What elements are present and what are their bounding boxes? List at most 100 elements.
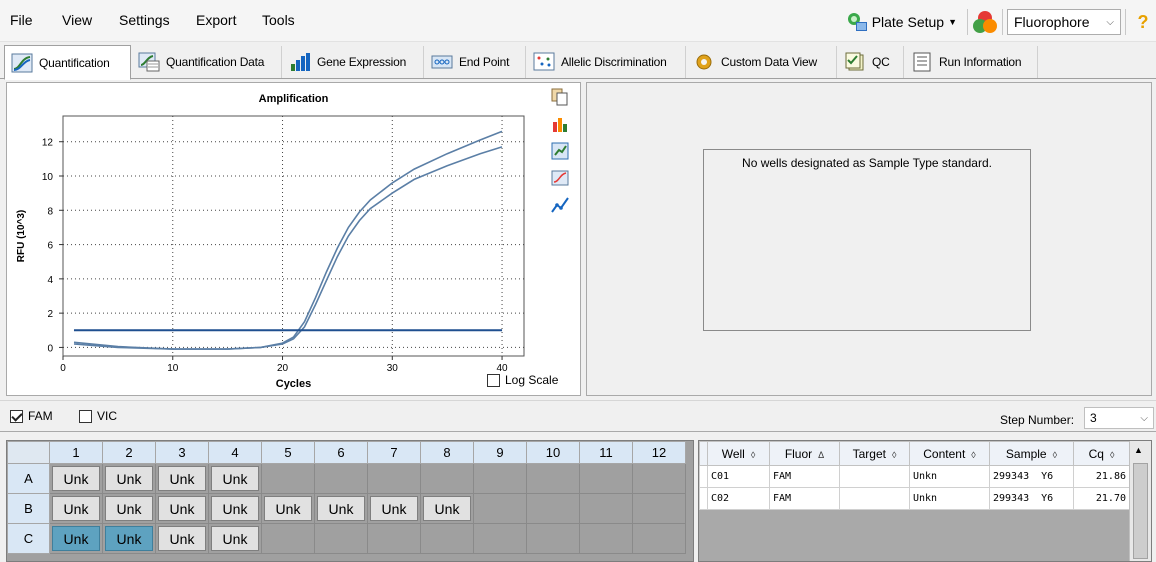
- plate-column-header[interactable]: 11: [579, 441, 633, 464]
- tab-quantification[interactable]: Quantification: [4, 45, 131, 80]
- tab-custom-data-view[interactable]: Custom Data View: [687, 46, 837, 78]
- plate-cell[interactable]: [473, 523, 527, 554]
- plate-cell[interactable]: [526, 463, 580, 494]
- plate-well[interactable]: Unk: [52, 496, 100, 521]
- plate-row-header[interactable]: B: [7, 493, 50, 524]
- plate-cell[interactable]: [261, 463, 315, 494]
- plate-row-header[interactable]: C: [7, 523, 50, 554]
- column-header-target[interactable]: Target ◊: [839, 441, 910, 466]
- column-header-fluor[interactable]: Fluor Δ: [769, 441, 840, 466]
- menu-settings[interactable]: Settings: [119, 12, 170, 28]
- tab-allelic-discrimination[interactable]: Allelic Discrimination: [527, 46, 686, 78]
- plate-column-header[interactable]: 3: [155, 441, 209, 464]
- plate-cell[interactable]: [473, 463, 527, 494]
- plate-well[interactable]: Unk: [105, 526, 153, 551]
- plate-cell[interactable]: Unk: [49, 463, 103, 494]
- plate-column-header[interactable]: 12: [632, 441, 686, 464]
- plate-cell[interactable]: [579, 493, 633, 524]
- amplification-chart[interactable]: 0 10 20 30 40024681012AmplificationCyclesRFU…: [7, 83, 547, 395]
- plate-cell[interactable]: Unk: [155, 493, 209, 524]
- plate-cell[interactable]: Unk: [102, 463, 156, 494]
- plate-column-header[interactable]: 2: [102, 441, 156, 464]
- vic-checkbox[interactable]: [79, 409, 92, 423]
- menu-file[interactable]: File: [10, 12, 33, 28]
- plate-cell[interactable]: [579, 523, 633, 554]
- plate-cell[interactable]: [261, 523, 315, 554]
- vertical-scrollbar[interactable]: ▲: [1129, 441, 1151, 561]
- plate-cell[interactable]: Unk: [155, 523, 209, 554]
- column-header-well[interactable]: Well ◊: [707, 441, 770, 466]
- zoom-chart-icon[interactable]: [550, 168, 570, 188]
- help-icon[interactable]: ?: [1130, 12, 1156, 33]
- plate-cell[interactable]: [314, 463, 368, 494]
- menu-view[interactable]: View: [62, 12, 92, 28]
- scroll-up-icon[interactable]: ▲: [1134, 445, 1143, 455]
- plate-cell[interactable]: [420, 523, 474, 554]
- fluorophore-select[interactable]: Fluorophore ⌵: [1007, 9, 1121, 35]
- copy-icon[interactable]: [550, 87, 570, 107]
- plate-cell[interactable]: [632, 463, 686, 494]
- plate-cell[interactable]: Unk: [208, 493, 262, 524]
- plate-well[interactable]: Unk: [158, 496, 206, 521]
- plate-cell[interactable]: [526, 493, 580, 524]
- plate-cell[interactable]: [367, 523, 421, 554]
- fam-toggle[interactable]: FAM: [10, 409, 53, 423]
- scrollbar-thumb[interactable]: [1133, 463, 1148, 559]
- plate-cell[interactable]: [526, 523, 580, 554]
- plate-cell[interactable]: [632, 523, 686, 554]
- plate-well[interactable]: Unk: [264, 496, 312, 521]
- plate-column-header[interactable]: 9: [473, 441, 527, 464]
- plate-well[interactable]: Unk: [158, 466, 206, 491]
- plate-cell[interactable]: Unk: [208, 463, 262, 494]
- column-header-cq[interactable]: Cq ◊: [1073, 441, 1130, 466]
- plate-cell[interactable]: [367, 463, 421, 494]
- plate-row-header[interactable]: A: [7, 463, 50, 494]
- plate-column-header[interactable]: 4: [208, 441, 262, 464]
- well-groups-icon[interactable]: [972, 9, 998, 35]
- plate-cell[interactable]: Unk: [314, 493, 368, 524]
- plate-cell[interactable]: Unk: [49, 523, 103, 554]
- plate-column-header[interactable]: 10: [526, 441, 580, 464]
- plate-well[interactable]: Unk: [423, 496, 471, 521]
- plate-setup-button[interactable]: Plate Setup ▼: [840, 8, 963, 36]
- plate-well[interactable]: Unk: [370, 496, 418, 521]
- plate-well[interactable]: Unk: [211, 466, 259, 491]
- export-chart-icon[interactable]: [550, 114, 570, 134]
- tab-gene-expression[interactable]: Gene Expression: [283, 46, 424, 78]
- step-number-select[interactable]: 3 ⌵: [1084, 407, 1154, 429]
- plate-cell[interactable]: [473, 493, 527, 524]
- vic-toggle[interactable]: VIC: [79, 409, 117, 423]
- plate-well[interactable]: Unk: [211, 526, 259, 551]
- plate-column-header[interactable]: 8: [420, 441, 474, 464]
- tab-end-point[interactable]: End Point: [425, 46, 526, 78]
- chart-options-icon[interactable]: [550, 141, 570, 161]
- plate-well[interactable]: Unk: [105, 466, 153, 491]
- plate-well[interactable]: Unk: [158, 526, 206, 551]
- plate-cell[interactable]: Unk: [49, 493, 103, 524]
- plate-well[interactable]: Unk: [105, 496, 153, 521]
- table-row[interactable]: C02 FAM Unkn 299343 Y6 21.70: [699, 487, 1130, 510]
- menu-tools[interactable]: Tools: [262, 12, 295, 28]
- plate-well[interactable]: Unk: [211, 496, 259, 521]
- plate-column-header[interactable]: 1: [49, 441, 103, 464]
- fam-checkbox[interactable]: [10, 409, 23, 423]
- plate-well[interactable]: Unk: [317, 496, 365, 521]
- plate-cell[interactable]: Unk: [155, 463, 209, 494]
- plate-column-header[interactable]: 7: [367, 441, 421, 464]
- plate-cell[interactable]: [579, 463, 633, 494]
- column-header-sample[interactable]: Sample ◊: [989, 441, 1074, 466]
- plate-corner-header[interactable]: [7, 441, 50, 464]
- log-scale-checkbox[interactable]: [487, 373, 500, 387]
- menu-export[interactable]: Export: [196, 12, 236, 28]
- plate-cell[interactable]: [314, 523, 368, 554]
- plate-column-header[interactable]: 6: [314, 441, 368, 464]
- plate-column-header[interactable]: 5: [261, 441, 315, 464]
- plate-cell[interactable]: [420, 463, 474, 494]
- plate-well[interactable]: Unk: [52, 526, 100, 551]
- plate-cell[interactable]: Unk: [367, 493, 421, 524]
- curve-fit-icon[interactable]: [550, 195, 570, 215]
- plate-well[interactable]: Unk: [52, 466, 100, 491]
- plate-cell[interactable]: Unk: [420, 493, 474, 524]
- plate-cell[interactable]: Unk: [208, 523, 262, 554]
- plate-cell[interactable]: Unk: [102, 523, 156, 554]
